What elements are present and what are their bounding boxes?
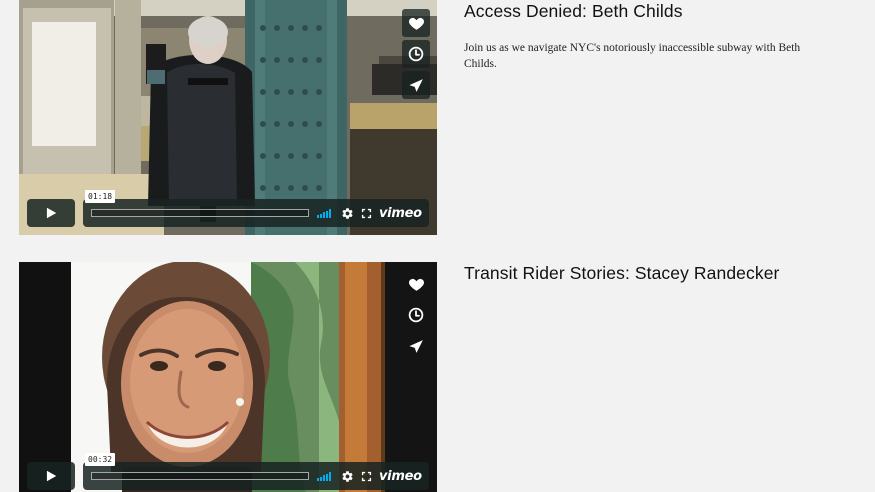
gear-icon [342,207,353,219]
fullscreen-icon [361,208,372,218]
volume-meter[interactable] [317,471,335,481]
volume-bar [317,477,319,481]
send-icon [408,78,423,92]
control-bar: 00:32 vimeo [83,453,429,490]
time-label: 00:32 [85,453,116,466]
gear-icon [342,470,353,482]
player-controls: 01:18 vimeo [27,190,429,227]
play-icon [46,207,57,219]
video-actions [402,9,430,99]
volume-bar [329,471,331,481]
player-controls: 00:32 vimeo [27,453,429,490]
time-label: 01:18 [85,190,116,203]
volume-bar [323,211,325,218]
settings-button[interactable] [341,207,354,220]
video-title[interactable]: Transit Rider Stories: Stacey Randecker [464,262,824,284]
volume-bar [320,213,322,218]
heart-icon [408,278,424,291]
watch-later-button[interactable] [402,40,430,68]
vimeo-logo[interactable]: vimeo [379,207,422,220]
video-thumbnail[interactable] [19,262,437,492]
play-button[interactable] [27,462,75,490]
vimeo-logo[interactable]: vimeo [379,470,422,483]
video-title[interactable]: Access Denied: Beth Childs [464,0,824,22]
clock-icon [408,307,424,323]
share-button[interactable] [402,332,430,360]
video-player-2[interactable]: 00:32 vimeo [19,262,437,492]
play-icon [46,470,57,482]
video-description: Join us as we navigate NYC's notoriously… [464,42,801,70]
volume-meter[interactable] [317,208,335,218]
volume-bar [317,214,319,218]
play-button[interactable] [27,199,75,227]
volume-bar [326,473,328,481]
volume-bar [326,210,328,218]
control-bar: 01:18 vimeo [83,190,429,227]
settings-button[interactable] [341,470,354,483]
like-button[interactable] [402,270,430,298]
like-button[interactable] [402,9,430,37]
video-actions [402,270,430,360]
video-info-1: Access Denied: Beth Childs Join us as we… [464,0,824,72]
fullscreen-button[interactable] [360,207,373,220]
progress-bar[interactable]: 01:18 [85,190,309,217]
fullscreen-icon [361,471,372,481]
watch-later-button[interactable] [402,301,430,329]
fullscreen-button[interactable] [360,470,373,483]
clock-icon [408,46,424,62]
volume-bar [323,474,325,481]
volume-bar [320,476,322,481]
progress-bar[interactable]: 00:32 [85,453,309,480]
heart-icon [408,17,424,30]
video-info-2: Transit Rider Stories: Stacey Randecker [464,262,824,284]
video-player-1[interactable]: 01:18 vimeo [19,0,437,235]
volume-bar [329,208,331,218]
share-button[interactable] [402,71,430,99]
send-icon [408,339,423,353]
